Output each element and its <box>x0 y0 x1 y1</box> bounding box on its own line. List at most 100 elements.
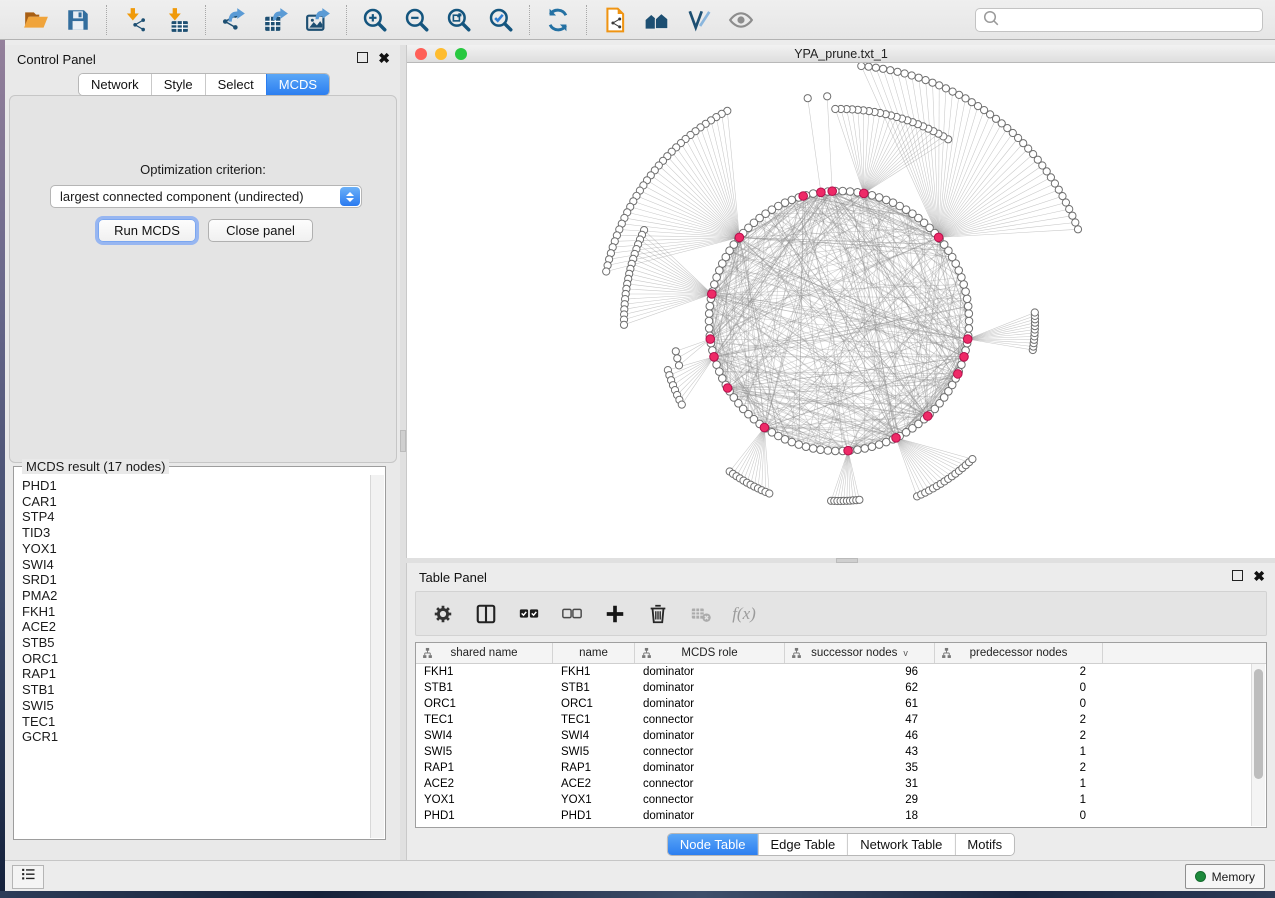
mcds-result-item[interactable]: PMA2 <box>22 588 371 604</box>
cell-name[interactable]: ORC1 <box>553 698 635 710</box>
cell-successors[interactable]: 29 <box>785 794 935 806</box>
tab-motifs[interactable]: Motifs <box>954 834 1014 855</box>
cell-name[interactable]: PHD1 <box>553 810 635 822</box>
tab-mcds[interactable]: MCDS <box>266 74 329 95</box>
cell-shared_name[interactable]: YOX1 <box>416 794 553 806</box>
cell-predecessors[interactable]: 2 <box>935 666 1103 678</box>
cell-shared_name[interactable]: SWI5 <box>416 746 553 758</box>
mcds-result-item[interactable]: GCR1 <box>22 729 371 745</box>
cell-role[interactable]: dominator <box>635 682 785 694</box>
cell-role[interactable]: dominator <box>635 730 785 742</box>
table-row-PHD1[interactable]: PHD1PHD1dominator180 <box>416 808 1266 824</box>
mcds-result-item[interactable]: PHD1 <box>22 478 371 494</box>
mcds-result-item[interactable]: ORC1 <box>22 651 371 667</box>
column-header-MCDS-role[interactable]: MCDS role <box>635 643 785 663</box>
zoom-out-icon[interactable] <box>403 6 431 34</box>
close-panel-button[interactable]: Close panel <box>208 219 313 242</box>
table-row-TEC1[interactable]: TEC1TEC1connector472 <box>416 712 1266 728</box>
hide-graphics-icon[interactable] <box>685 6 713 34</box>
network-graph[interactable] <box>407 63 1274 557</box>
session-home-icon[interactable] <box>643 6 671 34</box>
export-table-icon[interactable] <box>262 6 290 34</box>
cell-successors[interactable]: 46 <box>785 730 935 742</box>
cell-name[interactable]: TEC1 <box>553 714 635 726</box>
open-session-icon[interactable] <box>22 6 50 34</box>
save-session-icon[interactable] <box>64 6 92 34</box>
tab-style[interactable]: Style <box>151 74 205 95</box>
cell-predecessors[interactable]: 0 <box>935 698 1103 710</box>
table-scrollbar-thumb[interactable] <box>1254 669 1263 779</box>
task-history-button[interactable] <box>12 865 44 889</box>
table-row-SWI5[interactable]: SWI5SWI5connector431 <box>416 744 1266 760</box>
network-file-icon[interactable] <box>601 6 629 34</box>
cell-successors[interactable]: 18 <box>785 810 935 822</box>
memory-button[interactable]: Memory <box>1185 864 1265 889</box>
cell-successors[interactable]: 47 <box>785 714 935 726</box>
cell-name[interactable]: YOX1 <box>553 794 635 806</box>
import-network-icon[interactable] <box>121 6 149 34</box>
show-graphics-icon[interactable] <box>727 6 755 34</box>
add-column-icon[interactable] <box>602 601 628 627</box>
cell-predecessors[interactable]: 1 <box>935 794 1103 806</box>
table-row-FKH1[interactable]: FKH1FKH1dominator962 <box>416 664 1266 680</box>
deselect-all-icon[interactable] <box>559 601 585 627</box>
cell-predecessors[interactable]: 2 <box>935 714 1103 726</box>
zoom-selected-icon[interactable] <box>487 6 515 34</box>
column-header-shared-name[interactable]: shared name <box>416 643 553 663</box>
float-table-panel-icon[interactable] <box>1232 570 1243 581</box>
mcds-result-item[interactable]: ACE2 <box>22 619 371 635</box>
cell-shared_name[interactable]: RAP1 <box>416 762 553 774</box>
column-header-predecessor-nodes[interactable]: predecessor nodes <box>935 643 1103 663</box>
cell-successors[interactable]: 96 <box>785 666 935 678</box>
zoom-fit-icon[interactable] <box>445 6 473 34</box>
export-image-icon[interactable] <box>304 6 332 34</box>
cell-name[interactable]: ACE2 <box>553 778 635 790</box>
refresh-network-icon[interactable] <box>544 6 572 34</box>
mcds-list-scrollbar[interactable] <box>370 475 384 838</box>
mcds-result-item[interactable]: STB5 <box>22 635 371 651</box>
cell-predecessors[interactable]: 0 <box>935 810 1103 822</box>
cell-shared_name[interactable]: SWI4 <box>416 730 553 742</box>
tab-node-table[interactable]: Node Table <box>668 834 758 855</box>
tab-select[interactable]: Select <box>205 74 266 95</box>
table-row-ORC1[interactable]: ORC1ORC1dominator610 <box>416 696 1266 712</box>
cell-predecessors[interactable]: 2 <box>935 730 1103 742</box>
mcds-result-item[interactable]: YOX1 <box>22 541 371 557</box>
cell-role[interactable]: dominator <box>635 810 785 822</box>
mcds-result-item[interactable]: FKH1 <box>22 604 371 620</box>
run-mcds-button[interactable]: Run MCDS <box>98 219 196 242</box>
cell-role[interactable]: connector <box>635 778 785 790</box>
table-row-SWI4[interactable]: SWI4SWI4dominator462 <box>416 728 1266 744</box>
mcds-result-item[interactable]: TID3 <box>22 525 371 541</box>
mcds-result-item[interactable]: TEC1 <box>22 714 371 730</box>
column-header-name[interactable]: name <box>553 643 635 663</box>
cell-shared_name[interactable]: PHD1 <box>416 810 553 822</box>
cell-name[interactable]: SWI5 <box>553 746 635 758</box>
cell-predecessors[interactable]: 2 <box>935 762 1103 774</box>
select-all-icon[interactable] <box>516 601 542 627</box>
cell-predecessors[interactable]: 0 <box>935 682 1103 694</box>
cell-role[interactable]: dominator <box>635 666 785 678</box>
mcds-result-item[interactable]: CAR1 <box>22 494 371 510</box>
tab-network[interactable]: Network <box>79 74 151 95</box>
cell-predecessors[interactable]: 1 <box>935 746 1103 758</box>
mcds-result-item[interactable]: SWI5 <box>22 698 371 714</box>
table-row-YOX1[interactable]: YOX1YOX1connector291 <box>416 792 1266 808</box>
cell-name[interactable]: SWI4 <box>553 730 635 742</box>
import-table-icon[interactable] <box>163 6 191 34</box>
cell-shared_name[interactable]: ACE2 <box>416 778 553 790</box>
cell-shared_name[interactable]: TEC1 <box>416 714 553 726</box>
table-row-RAP1[interactable]: RAP1RAP1dominator352 <box>416 760 1266 776</box>
close-panel-icon[interactable]: ✖ <box>378 53 390 63</box>
zoom-window-icon[interactable] <box>455 48 467 60</box>
cell-successors[interactable]: 62 <box>785 682 935 694</box>
minimize-window-icon[interactable] <box>435 48 447 60</box>
table-row-STB1[interactable]: STB1STB1dominator620 <box>416 680 1266 696</box>
cell-shared_name[interactable]: STB1 <box>416 682 553 694</box>
tab-network-table[interactable]: Network Table <box>847 834 954 855</box>
export-network-icon[interactable] <box>220 6 248 34</box>
cell-shared_name[interactable]: ORC1 <box>416 698 553 710</box>
columns-icon[interactable] <box>473 601 499 627</box>
cell-shared_name[interactable]: FKH1 <box>416 666 553 678</box>
cell-role[interactable]: dominator <box>635 762 785 774</box>
